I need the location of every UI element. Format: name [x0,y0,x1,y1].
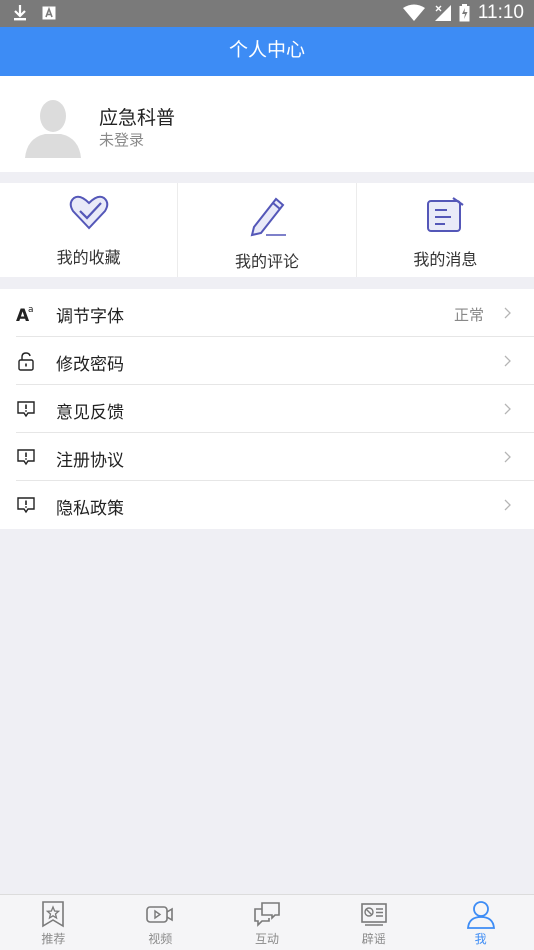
keyboard-a-icon [42,6,56,20]
tab-label: 推荐 [41,932,66,946]
news-icon [360,903,387,926]
bottom-tab-bar: 推荐 视频 互动 辟谣 我 [0,894,534,950]
comments-button[interactable]: 我的评论 [178,183,357,277]
status-bar: 11:10 [0,0,534,27]
comments-label: 我的评论 [234,252,299,271]
settings-item-registration-agreement[interactable]: 注册协议 [0,433,534,481]
tab-interaction[interactable]: 互动 [214,895,321,950]
svg-text:a: a [28,305,34,315]
settings-item-label: 意见反馈 [56,403,124,423]
tab-label: 视频 [148,932,173,946]
heart-icon [69,195,108,230]
settings-item-label: 调节字体 [56,307,124,327]
favorites-button[interactable]: 我的收藏 [0,183,179,277]
message-icon [427,197,464,232]
feedback-icon [17,497,35,514]
tab-video[interactable]: 视频 [107,895,214,950]
lock-icon [18,352,34,371]
tab-label: 互动 [254,932,279,946]
settings-item-privacy-policy[interactable]: 隐私政策 [0,481,534,529]
favorites-label: 我的收藏 [56,248,121,267]
tab-rumor[interactable]: 辟谣 [320,895,427,950]
settings-list: A a 调节字体 正常 修改密码 意见反馈 注册协议 隐私政策 [0,289,534,529]
pen-icon [250,197,286,237]
chevron-right-icon [504,403,511,415]
download-icon [14,5,26,21]
quick-actions: 我的收藏 我的评论 我的消息 [0,183,534,277]
username: 应急科普 [99,107,176,129]
tab-recommend[interactable]: 推荐 [0,895,107,950]
font-size-value: 正常 [453,306,484,324]
settings-item-label: 注册协议 [56,451,124,471]
chevron-right-icon [504,355,511,367]
settings-item-font-size[interactable]: A a 调节字体 正常 [0,289,534,337]
settings-item-label: 隐私政策 [56,499,124,519]
login-status: 未登录 [99,131,145,149]
clock: 11:10 [477,2,524,23]
messages-button[interactable]: 我的消息 [357,183,534,277]
tab-label: 我 [474,932,487,946]
wifi-icon [402,4,425,21]
chevron-right-icon [504,499,511,511]
star-bookmark-icon [42,901,65,928]
video-icon [146,906,173,923]
profile-card[interactable]: 应急科普 未登录 [0,76,534,172]
tab-label: 辟谣 [361,932,386,946]
signal-icon [434,5,451,21]
chat-icon [254,902,280,927]
settings-item-label: 修改密码 [56,355,124,375]
person-icon [466,901,495,929]
battery-icon [459,4,470,22]
page-title: 个人中心 [0,27,534,76]
settings-item-feedback[interactable]: 意见反馈 [0,385,534,433]
chevron-right-icon [504,307,511,319]
settings-item-change-password[interactable]: 修改密码 [0,337,534,385]
feedback-icon [17,449,35,466]
font-size-icon: A a [16,305,34,323]
chevron-right-icon [504,451,511,463]
tab-me[interactable]: 我 [427,895,534,950]
messages-label: 我的消息 [413,250,478,269]
feedback-icon [17,401,35,418]
avatar[interactable] [23,96,83,160]
